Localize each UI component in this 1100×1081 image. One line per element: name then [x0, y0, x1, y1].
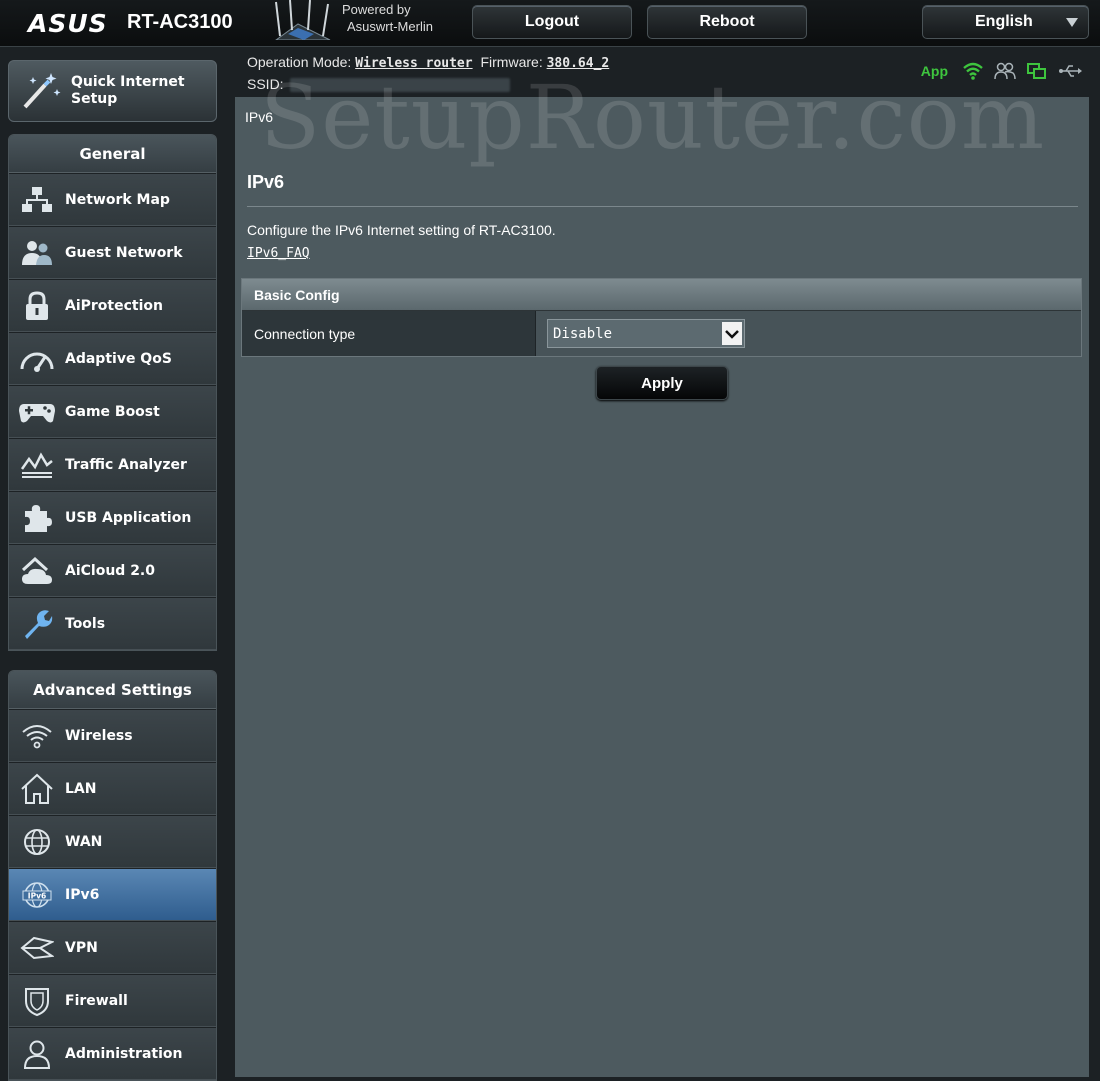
powered-by: Powered by Asuswrt-Merlin [342, 1, 433, 35]
sidebar-item-label: VPN [65, 939, 98, 956]
shield-icon [25, 987, 49, 1016]
sidebar-item-label: Firewall [65, 992, 128, 1009]
quick-internet-setup-button[interactable]: Quick Internet Setup [8, 60, 217, 122]
sidebar-item-aiprotection[interactable]: AiProtection [9, 279, 216, 332]
sidebar-item-label: AiCloud 2.0 [65, 562, 155, 579]
app-link[interactable]: App [921, 63, 948, 79]
sidebar-item-tools[interactable]: Tools [9, 597, 216, 650]
sidebar-item-wan[interactable]: WAN [9, 815, 216, 868]
sidebar-item-label: LAN [65, 780, 97, 797]
general-menu: General Network Map Guest Network AiProt… [8, 134, 217, 651]
sidebar-item-guest-network[interactable]: Guest Network [9, 226, 216, 279]
sidebar-item-label: AiProtection [65, 297, 163, 314]
sidebar-item-label: WAN [65, 833, 103, 850]
chevron-down-icon [1066, 18, 1078, 27]
tab-ipv6[interactable]: IPv6 [235, 97, 330, 139]
wrench-icon [25, 609, 53, 639]
sidebar-item-ipv6[interactable]: IPv6 IPv6 [9, 868, 216, 921]
sidebar-item-usb-application[interactable]: USB Application [9, 491, 216, 544]
sidebar-item-label: Network Map [65, 191, 170, 208]
sidebar-item-network-map[interactable]: Network Map [9, 173, 216, 226]
svg-text:IPv6: IPv6 [28, 891, 46, 900]
sidebar-item-label: Game Boost [65, 403, 160, 420]
lock-icon [26, 290, 48, 320]
quick-setup-line1: Quick Internet [71, 74, 185, 90]
sidebar-item-vpn[interactable]: VPN [9, 921, 216, 974]
network-map-icon [22, 186, 52, 212]
network-status-icon[interactable] [1026, 62, 1048, 80]
language-select[interactable]: English [922, 5, 1089, 39]
operation-mode-link[interactable]: Wireless router [355, 56, 472, 71]
person-icon [23, 1040, 51, 1069]
model-name: RT-AC3100 [127, 11, 233, 33]
sidebar-item-label: IPv6 [65, 886, 100, 903]
sidebar-item-label: Tools [65, 615, 106, 632]
wifi-icon [22, 724, 52, 748]
sidebar-item-label: USB Application [65, 509, 192, 526]
top-bar: ASUS RT-AC3100 Powered by Asuswrt-Merlin… [0, 0, 1100, 47]
sidebar-item-lan[interactable]: LAN [9, 762, 216, 815]
ipv6-globe-icon: IPv6 [22, 881, 52, 908]
sidebar-item-firewall[interactable]: Firewall [9, 974, 216, 1027]
sidebar-item-traffic-analyzer[interactable]: Traffic Analyzer [9, 438, 216, 491]
sidebar-item-aicloud[interactable]: AiCloud 2.0 [9, 544, 216, 597]
page-description: Configure the IPv6 Internet setting of R… [247, 222, 556, 238]
speedometer-icon [20, 352, 54, 372]
main-content [235, 97, 1089, 1077]
sidebar-item-label: Wireless [65, 727, 133, 744]
quick-setup-line2: Setup [71, 91, 118, 107]
logout-button[interactable]: Logout [472, 5, 632, 39]
guest-network-icon [22, 240, 52, 265]
basic-config-title: Basic Config [242, 279, 1081, 310]
operation-mode-label: Operation Mode: [247, 54, 352, 70]
vpn-icon [20, 936, 54, 959]
gamepad-icon [19, 403, 55, 422]
connection-type-value: Disable [553, 325, 613, 342]
language-label: English [975, 13, 1033, 30]
router-image [275, 0, 331, 40]
advanced-settings-menu: Advanced Settings Wireless LAN WAN IPv6 … [8, 670, 217, 1081]
sidebar-item-label: Guest Network [65, 244, 183, 261]
sidebar-item-administration[interactable]: Administration [9, 1027, 216, 1080]
sidebar-item-label: Administration [65, 1045, 183, 1062]
powered-by-line1: Powered by [342, 2, 411, 17]
basic-config-table: Basic Config Connection type Disable [241, 278, 1082, 357]
asus-logo: ASUS [28, 9, 108, 38]
ssid-value-redacted [289, 78, 510, 93]
general-menu-title: General [9, 135, 216, 173]
firmware-label: Firmware: [480, 54, 543, 70]
clients-status-icon[interactable] [994, 62, 1016, 80]
usb-status-icon[interactable] [1058, 62, 1082, 80]
apply-button[interactable]: Apply [596, 366, 728, 400]
sidebar-item-game-boost[interactable]: Game Boost [9, 385, 216, 438]
connection-type-label: Connection type [242, 311, 536, 356]
sidebar-item-label: Adaptive QoS [65, 350, 172, 367]
table-row: Connection type Disable [242, 310, 1081, 356]
status-icons: App [921, 62, 1082, 80]
sidebar-item-wireless[interactable]: Wireless [9, 709, 216, 762]
tab-label: IPv6 [245, 109, 274, 125]
chevron-down-icon [722, 322, 742, 345]
wifi-status-icon[interactable] [962, 62, 984, 80]
magic-wand-icon [23, 73, 61, 109]
cloud-house-icon [21, 556, 52, 584]
title-divider [247, 206, 1078, 207]
firmware-link[interactable]: 380.64_2 [547, 56, 610, 71]
globe-icon [24, 828, 50, 855]
page-title: IPv6 [247, 172, 285, 192]
traffic-chart-icon [20, 451, 53, 478]
status-info: Operation Mode: Wireless router Firmware… [247, 52, 609, 95]
powered-by-line2: Asuswrt-Merlin [347, 19, 433, 34]
advanced-menu-title: Advanced Settings [9, 671, 216, 709]
sidebar-item-label: Traffic Analyzer [65, 456, 187, 473]
sidebar-item-adaptive-qos[interactable]: Adaptive QoS [9, 332, 216, 385]
puzzle-icon [25, 504, 52, 532]
reboot-button[interactable]: Reboot [647, 5, 807, 39]
ipv6-faq-link[interactable]: IPv6_FAQ [247, 246, 310, 261]
ssid-label: SSID: [247, 76, 284, 92]
house-icon [21, 773, 53, 804]
connection-type-select[interactable]: Disable [547, 319, 745, 348]
